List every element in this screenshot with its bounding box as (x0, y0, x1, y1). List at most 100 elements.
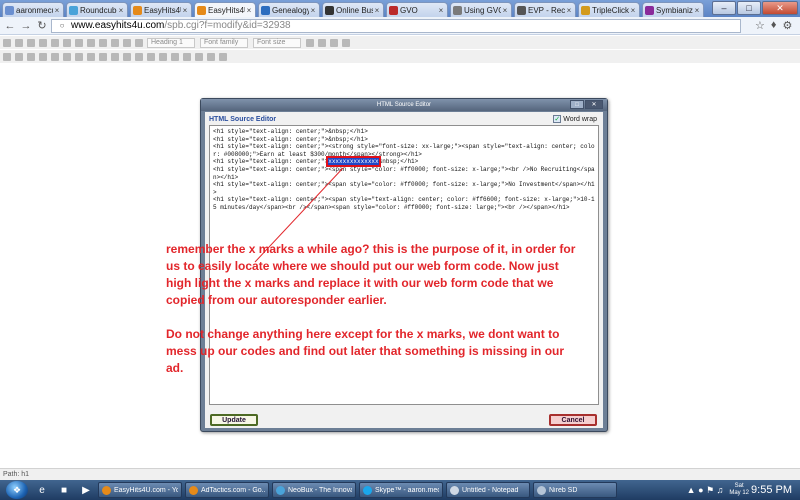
bold-icon[interactable] (51, 38, 59, 47)
image-icon[interactable] (159, 52, 167, 61)
ie-pinned-icon[interactable]: e (32, 482, 52, 498)
tab-close-icon[interactable]: × (117, 6, 125, 15)
browser-tab[interactable]: EVP - Record× (514, 2, 576, 17)
tab-list: aaronmecu×Roundcube×EasyHits4U×EasyHits4… (2, 2, 706, 17)
copy-icon[interactable] (15, 52, 23, 61)
wrench-icon[interactable]: ⚙ (783, 19, 793, 32)
tray-clock[interactable]: 9:55 PM (751, 484, 792, 496)
outdent-icon[interactable] (99, 52, 107, 61)
justify-icon[interactable] (135, 38, 143, 47)
tab-close-icon[interactable]: × (629, 6, 637, 15)
table-icon[interactable] (183, 52, 191, 61)
word-wrap-toggle[interactable]: ✓ Word wrap (553, 115, 597, 123)
tab-favicon-icon (517, 5, 526, 15)
browser-tab[interactable]: GVO × (386, 2, 448, 17)
dialog-window-title: HTML Source Editor (376, 102, 432, 108)
browser-tab[interactable]: Using GVO × (450, 2, 512, 17)
editor-status-path: Path: h1 (0, 468, 800, 480)
tab-close-icon[interactable]: × (693, 6, 701, 15)
dialog-titlebar[interactable]: HTML Source Editor □ ✕ (201, 99, 607, 111)
tab-close-icon[interactable]: × (53, 6, 61, 15)
taskbar-task[interactable]: NeoBux - The Innova... (272, 482, 356, 498)
redo-icon[interactable] (39, 38, 47, 47)
media-pinned-icon[interactable]: ▶ (76, 482, 96, 498)
find-icon[interactable] (63, 52, 71, 61)
bookmark-star-icon[interactable]: ☆ (755, 19, 765, 32)
align-left-icon[interactable] (99, 38, 107, 47)
underline-icon[interactable] (75, 38, 83, 47)
align-right-icon[interactable] (123, 38, 131, 47)
link-icon[interactable] (123, 52, 131, 61)
font-size-select[interactable]: Font size (253, 37, 301, 48)
save-icon[interactable] (3, 38, 11, 47)
dialog-heading: HTML Source Editor (209, 116, 277, 123)
tab-close-icon[interactable]: × (309, 6, 317, 15)
undo-icon[interactable] (27, 38, 35, 47)
tab-close-icon[interactable]: × (181, 6, 189, 15)
tutorial-annotation: remember the x marks a while ago? this i… (166, 241, 576, 394)
align-center-icon[interactable] (111, 38, 119, 47)
code-icon[interactable] (342, 38, 350, 47)
taskbar-task[interactable]: Nireb SD (533, 482, 617, 498)
tab-close-icon[interactable]: × (501, 6, 509, 15)
x-marker-selection[interactable]: xxxxxxxxxxxxxx (326, 156, 381, 168)
browser-tab[interactable]: Genealogy × (258, 2, 320, 17)
paste-word-icon[interactable] (51, 52, 59, 61)
unlink-icon[interactable] (135, 52, 143, 61)
taskbar-task[interactable]: AdTactics.com - Go... (185, 482, 269, 498)
fullscreen-icon[interactable] (219, 52, 227, 61)
paste-icon[interactable] (27, 52, 35, 61)
cut-icon[interactable] (3, 52, 11, 61)
close-window-button[interactable]: ✕ (762, 1, 798, 15)
tab-label: TripleClicks (592, 5, 629, 15)
browser-tab[interactable]: aaronmecu × (2, 2, 64, 17)
tray-day: Sat (734, 483, 744, 489)
dialog-maximize-button[interactable]: □ (570, 100, 584, 109)
taskbar-task[interactable]: Skype™ - aaron.mec... (359, 482, 443, 498)
word-wrap-checkbox[interactable]: ✓ (553, 115, 562, 123)
browser-tab[interactable]: Roundcube × (66, 2, 128, 17)
start-button[interactable]: ❖ (6, 481, 28, 499)
forward-icon[interactable]: → (19, 19, 33, 33)
highlight-color-icon[interactable] (318, 38, 326, 47)
tab-label: EVP - Record (528, 5, 565, 15)
back-icon[interactable]: ← (3, 19, 17, 33)
strikethrough-icon[interactable] (87, 38, 95, 47)
tab-close-icon[interactable]: × (437, 6, 445, 15)
paste-text-icon[interactable] (39, 52, 47, 61)
browser-tab[interactable]: EasyHits4U× (130, 2, 192, 17)
url-input[interactable]: ○ www.easyhits4u.com/spb.cgi?f=modify&id… (51, 18, 741, 33)
taskbar-task[interactable]: EasyHits4U.com - Yo... (98, 482, 182, 498)
cancel-button[interactable]: Cancel (549, 414, 597, 426)
taskbar-task[interactable]: Untitled - Notepad (446, 482, 530, 498)
tab-favicon-icon (325, 5, 334, 15)
cleanup-icon[interactable] (330, 38, 338, 47)
update-button[interactable]: Update (210, 414, 258, 426)
font-family-select[interactable]: Font family (200, 37, 248, 48)
number-list-icon[interactable] (87, 52, 95, 61)
text-color-icon[interactable] (306, 38, 314, 47)
special-char-icon[interactable] (195, 52, 203, 61)
italic-icon[interactable] (63, 38, 71, 47)
heading-select[interactable]: Heading 1 (147, 37, 195, 48)
tab-close-icon[interactable]: × (245, 6, 253, 15)
tray-icons[interactable]: ▲ ● ⚑ ♫ (687, 485, 724, 496)
new-doc-icon[interactable] (15, 38, 23, 47)
tab-close-icon[interactable]: × (373, 6, 381, 15)
explorer-pinned-icon[interactable]: ■ (54, 482, 74, 498)
maximize-button[interactable]: □ (737, 1, 761, 15)
browser-tab[interactable]: Symbianize× (642, 2, 704, 17)
bullet-list-icon[interactable] (75, 52, 83, 61)
emoticon-icon[interactable] (171, 52, 179, 61)
tab-close-icon[interactable]: × (565, 6, 573, 15)
dialog-close-button[interactable]: ✕ (585, 100, 603, 109)
anchor-icon[interactable] (147, 52, 155, 61)
browser-tab[interactable]: TripleClicks × (578, 2, 640, 17)
reload-icon[interactable]: ↻ (35, 19, 49, 33)
extension-icon[interactable]: ♦ (771, 19, 777, 32)
minimize-button[interactable]: – (712, 1, 736, 15)
indent-icon[interactable] (111, 52, 119, 61)
media-icon[interactable] (207, 52, 215, 61)
browser-tab[interactable]: EasyHits4U.c× (194, 2, 256, 17)
browser-tab[interactable]: Online Busin× (322, 2, 384, 17)
